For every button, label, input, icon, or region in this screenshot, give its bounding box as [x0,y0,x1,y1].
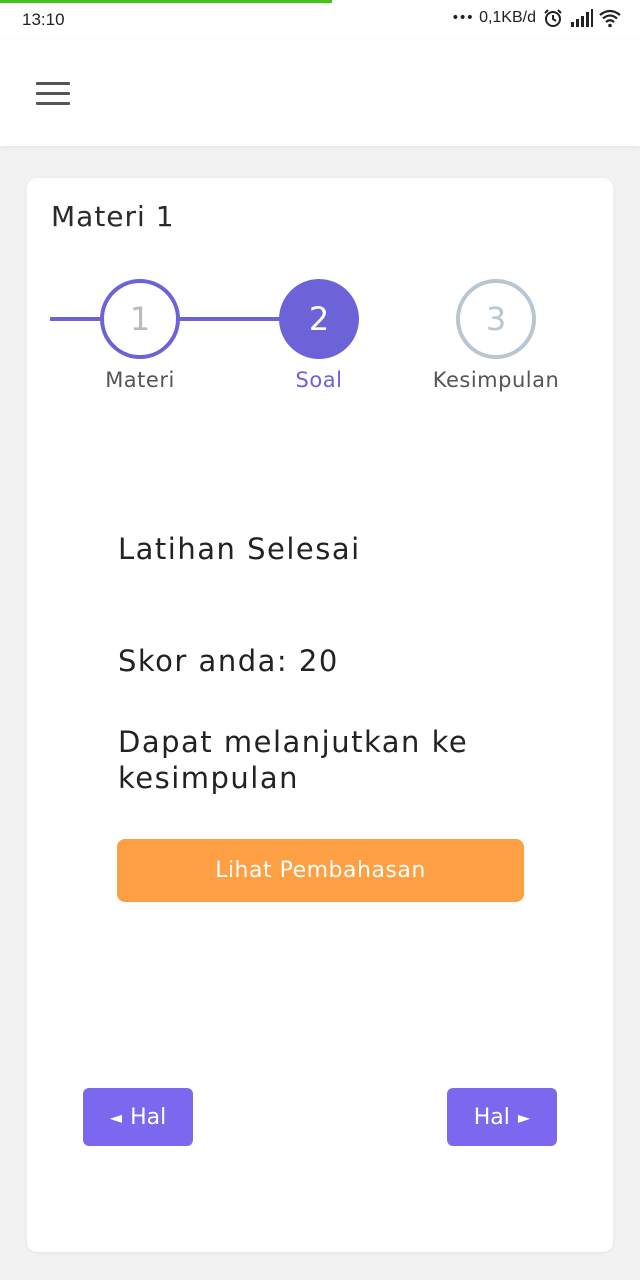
app-bar [0,40,640,146]
next-page-button[interactable]: Hal ► [447,1088,557,1146]
next-page-label: Hal [473,1104,510,1130]
hamburger-menu-icon[interactable] [36,80,72,108]
lesson-card: Materi 1 1 Materi 2 Soal 3 Kesimpulan La… [27,178,613,1252]
step-1-label: Materi [105,368,175,392]
step-2-circle[interactable]: 2 [279,279,359,359]
step-3-circle[interactable]: 3 [456,279,536,359]
triangle-right-icon: ► [517,1107,531,1127]
page-load-progress [0,0,332,3]
network-speed: 0,1KB/d [479,9,536,26]
result-title: Latihan Selesai [118,532,361,566]
status-time: 13:10 [22,10,65,29]
notification-dots: ••• [451,10,474,26]
triangle-left-icon: ◄ [109,1107,123,1127]
result-score: Skor anda: 20 [118,644,339,678]
card-title: Materi 1 [51,200,175,233]
step-2-number: 2 [308,300,330,338]
stepper-line-1-2 [177,317,287,321]
step-3-number: 3 [485,300,507,338]
step-2-label: Soal [295,368,343,392]
step-1-circle[interactable]: 1 [100,279,180,359]
step-1-number: 1 [129,300,151,338]
status-indicators: ••• 0,1KB/d [451,8,621,28]
signal-icon [570,8,593,28]
previous-page-label: Hal [130,1104,167,1130]
status-bar: 13:10 ••• 0,1KB/d [0,0,640,40]
previous-page-button[interactable]: ◄ Hal [83,1088,193,1146]
view-discussion-button[interactable]: Lihat Pembahasan [117,839,524,902]
alarm-icon [542,8,564,28]
result-message: Dapat melanjutkan ke kesimpulan [118,725,469,795]
step-3-label: Kesimpulan [432,368,560,392]
wifi-icon [598,8,621,28]
